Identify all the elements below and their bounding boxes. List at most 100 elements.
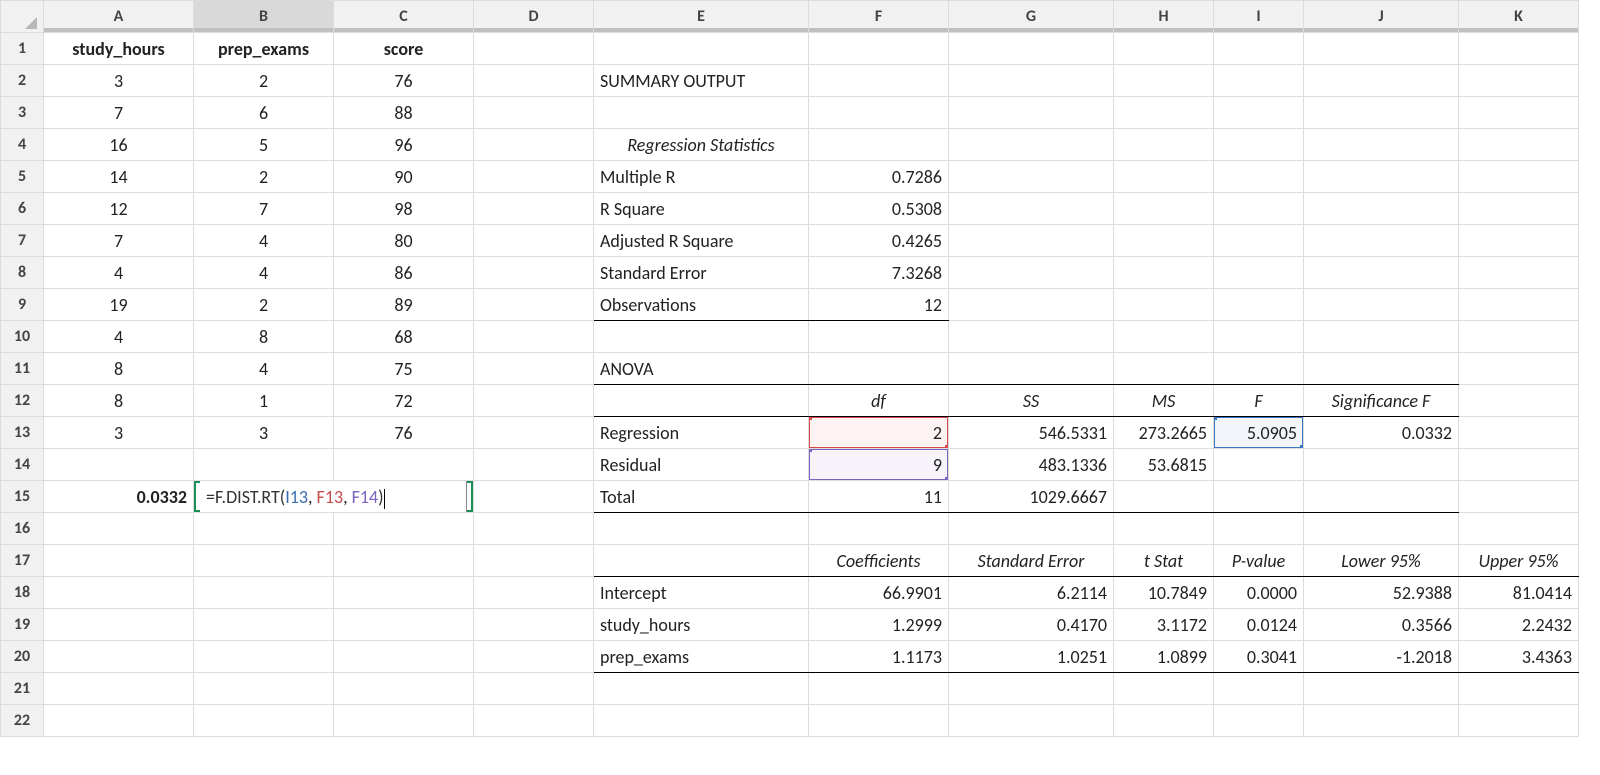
cell-A8[interactable]: 4 <box>44 257 194 289</box>
cell-C16[interactable] <box>334 513 474 545</box>
cell-I16[interactable] <box>1214 513 1304 545</box>
cell-K1[interactable] <box>1459 33 1579 65</box>
coef-hdr-lo[interactable]: Lower 95% <box>1304 545 1459 577</box>
column-header-G[interactable]: G <box>949 1 1114 33</box>
cell-K21[interactable] <box>1459 673 1579 705</box>
row-header-16[interactable]: 16 <box>1 513 44 545</box>
cell-I2[interactable] <box>1214 65 1304 97</box>
cell-D11[interactable] <box>474 353 594 385</box>
label-adj-r-square[interactable]: Adjusted R Square <box>594 225 809 257</box>
cell-H15[interactable] <box>1114 481 1214 513</box>
row-header-13[interactable]: 13 <box>1 417 44 449</box>
cell-C14[interactable] <box>334 449 474 481</box>
coef-prepExams-coef[interactable]: 1.1173 <box>809 641 949 673</box>
cell-K9[interactable] <box>1459 289 1579 321</box>
cell-G16[interactable] <box>949 513 1114 545</box>
column-header-B[interactable]: B <box>194 1 334 33</box>
cell-I15[interactable] <box>1214 481 1304 513</box>
cell-C1[interactable]: score <box>334 33 474 65</box>
cell-K8[interactable] <box>1459 257 1579 289</box>
cell-D10[interactable] <box>474 321 594 353</box>
anova-hdr-ms[interactable]: MS <box>1114 385 1214 417</box>
cell-A4[interactable]: 16 <box>44 129 194 161</box>
anova-hdr-ss[interactable]: SS <box>949 385 1114 417</box>
anova-total-ss[interactable]: 1029.6667 <box>949 481 1114 513</box>
row-header-14[interactable]: 14 <box>1 449 44 481</box>
coef-hdr-hi[interactable]: Upper 95% <box>1459 545 1579 577</box>
label-std-error[interactable]: Standard Error <box>594 257 809 289</box>
row-header-4[interactable]: 4 <box>1 129 44 161</box>
value-std-error[interactable]: 7.3268 <box>809 257 949 289</box>
cell-D2[interactable] <box>474 65 594 97</box>
cell-J8[interactable] <box>1304 257 1459 289</box>
cell-K14[interactable] <box>1459 449 1579 481</box>
cell-F2[interactable] <box>809 65 949 97</box>
coef-studyHours-coef[interactable]: 1.2999 <box>809 609 949 641</box>
coef-intercept-hi[interactable]: 81.0414 <box>1459 577 1579 609</box>
cell-I7[interactable] <box>1214 225 1304 257</box>
cell-J7[interactable] <box>1304 225 1459 257</box>
cell-D15[interactable] <box>474 481 594 513</box>
cell-B9[interactable]: 2 <box>194 289 334 321</box>
cell-H3[interactable] <box>1114 97 1214 129</box>
cell-H22[interactable] <box>1114 705 1214 737</box>
cell-G10[interactable] <box>949 321 1114 353</box>
column-header-A[interactable]: A <box>44 1 194 33</box>
cell-F3[interactable] <box>809 97 949 129</box>
row-header-19[interactable]: 19 <box>1 609 44 641</box>
cell-J16[interactable] <box>1304 513 1459 545</box>
label-r-square[interactable]: R Square <box>594 193 809 225</box>
coef-studyHours-se[interactable]: 0.4170 <box>949 609 1114 641</box>
cell-A7[interactable]: 7 <box>44 225 194 257</box>
cell-J15[interactable] <box>1304 481 1459 513</box>
cell-D8[interactable] <box>474 257 594 289</box>
row-header-7[interactable]: 7 <box>1 225 44 257</box>
cell-K2[interactable] <box>1459 65 1579 97</box>
coef-intercept-p[interactable]: 0.0000 <box>1214 577 1304 609</box>
cell-C13[interactable]: 76 <box>334 417 474 449</box>
row-header-1[interactable]: 1 <box>1 33 44 65</box>
cell-G21[interactable] <box>949 673 1114 705</box>
cell-B20[interactable] <box>194 641 334 673</box>
coef-hdr-t[interactable]: t Stat <box>1114 545 1214 577</box>
cell-A22[interactable] <box>44 705 194 737</box>
cell-B17[interactable] <box>194 545 334 577</box>
label-multiple-r[interactable]: Multiple R <box>594 161 809 193</box>
cell-A13[interactable]: 3 <box>44 417 194 449</box>
cell-J1[interactable] <box>1304 33 1459 65</box>
cell-A2[interactable]: 3 <box>44 65 194 97</box>
cell-A1[interactable]: study_hours <box>44 33 194 65</box>
cell-I10[interactable] <box>1214 321 1304 353</box>
cell-G8[interactable] <box>949 257 1114 289</box>
row-header-9[interactable]: 9 <box>1 289 44 321</box>
anova-regression-f[interactable]: 5.0905 <box>1214 417 1304 449</box>
spreadsheet-grid[interactable]: ABCDEFGHIJK 1study_hoursprep_examsscore2… <box>0 0 1579 737</box>
cell-I3[interactable] <box>1214 97 1304 129</box>
cell-C18[interactable] <box>334 577 474 609</box>
value-multiple-r[interactable]: 0.7286 <box>809 161 949 193</box>
cell-H2[interactable] <box>1114 65 1214 97</box>
cell-F11[interactable] <box>809 353 949 385</box>
cell-C8[interactable]: 86 <box>334 257 474 289</box>
cell-A12[interactable]: 8 <box>44 385 194 417</box>
cell-D22[interactable] <box>474 705 594 737</box>
cell-C11[interactable]: 75 <box>334 353 474 385</box>
cell-C12[interactable]: 72 <box>334 385 474 417</box>
cell-A14[interactable] <box>44 449 194 481</box>
coef-intercept-lo[interactable]: 52.9388 <box>1304 577 1459 609</box>
cell-A10[interactable]: 4 <box>44 321 194 353</box>
coef-prepExams-label[interactable]: prep_exams <box>594 641 809 673</box>
fdist-result[interactable]: 0.0332 <box>44 481 194 513</box>
cell-D14[interactable] <box>474 449 594 481</box>
cell-A11[interactable]: 8 <box>44 353 194 385</box>
cell-H1[interactable] <box>1114 33 1214 65</box>
coef-studyHours-label[interactable]: study_hours <box>594 609 809 641</box>
row-header-12[interactable]: 12 <box>1 385 44 417</box>
anova-regression-ms[interactable]: 273.2665 <box>1114 417 1214 449</box>
cell-F16[interactable] <box>809 513 949 545</box>
cell-E21[interactable] <box>594 673 809 705</box>
cell-D19[interactable] <box>474 609 594 641</box>
cell-C20[interactable] <box>334 641 474 673</box>
cell-B8[interactable]: 4 <box>194 257 334 289</box>
cell-B2[interactable]: 2 <box>194 65 334 97</box>
